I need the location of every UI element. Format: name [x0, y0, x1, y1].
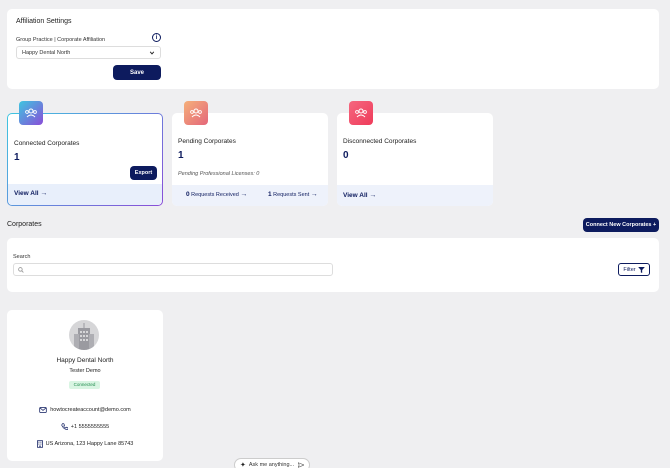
requests-received-count: 0: [186, 191, 190, 198]
info-icon[interactable]: i: [152, 33, 161, 42]
sparkle-icon: ✦: [240, 462, 246, 468]
ask-me-anything-chat[interactable]: ✦ Ask me anything...: [234, 458, 310, 468]
disconnected-count: 0: [343, 150, 349, 161]
pending-licenses-label: Pending Professional Licenses:: [178, 171, 255, 177]
disconnected-view-all-link[interactable]: View All →: [343, 192, 376, 199]
connected-corporates-tile: Connected Corporates 1 Export View All →: [7, 113, 163, 206]
affiliation-settings-card: Affiliation Settings Group Practice | Co…: [7, 9, 659, 89]
connected-count: 1: [14, 152, 20, 163]
users-group-icon: [349, 101, 373, 125]
pending-count: 1: [178, 150, 184, 161]
arrow-right-icon: →: [40, 190, 48, 197]
export-button[interactable]: Export: [130, 166, 157, 180]
requests-received-label: Requests Received: [191, 192, 239, 198]
corporate-card[interactable]: Happy Dental North Tester Demo Connected…: [7, 310, 163, 461]
corporate-name: Happy Dental North: [56, 357, 114, 364]
affiliation-select[interactable]: Happy Dental North: [16, 46, 161, 59]
phone-icon: [61, 423, 68, 430]
affiliation-select-value: Happy Dental North: [22, 50, 71, 56]
corporate-email-row: howtocreateaccount@demo.com: [7, 407, 163, 413]
disconnected-view-all-label: View All: [343, 192, 368, 199]
users-group-icon: [19, 101, 43, 125]
arrow-right-icon: →: [369, 192, 377, 199]
send-icon: [298, 462, 304, 468]
arrow-right-icon: →: [310, 191, 318, 198]
disconnected-title: Disconnected Corporates: [343, 138, 417, 145]
save-button[interactable]: Save: [113, 65, 161, 80]
corporate-address-row: US Arizona, 123 Happy Lane 85743: [7, 440, 163, 448]
search-label: Search: [13, 254, 31, 260]
connect-new-corporates-button[interactable]: Connect New Corporates +: [583, 218, 659, 232]
pending-licenses-value: 0: [256, 171, 260, 177]
mail-icon: [39, 407, 47, 413]
arrow-right-icon: →: [240, 191, 248, 198]
filter-button[interactable]: Filter: [618, 263, 650, 276]
connected-view-all-link[interactable]: View All →: [14, 190, 47, 197]
corporate-email: howtocreateaccount@demo.com: [50, 407, 131, 413]
corporate-phone-row: +1 5555555555: [7, 423, 163, 430]
requests-sent-link[interactable]: 1 Requests Sent →: [268, 191, 318, 198]
filter-icon: [637, 266, 645, 273]
chat-placeholder: Ask me anything...: [248, 462, 295, 468]
corporate-phone: +1 5555555555: [70, 423, 110, 430]
pending-corporates-tile: Pending Corporates 1 Pending Professiona…: [172, 113, 328, 206]
search-icon: [18, 267, 24, 273]
users-group-icon: [184, 101, 208, 125]
affiliation-field-label: Group Practice | Corporate Affiliation: [16, 37, 106, 43]
corporate-contact: Tester Demo: [69, 368, 101, 374]
corporates-section-title: Corporates: [7, 221, 42, 228]
search-input[interactable]: [13, 263, 333, 276]
chevron-down-icon: [149, 51, 155, 55]
search-card: Search Filter: [7, 238, 659, 292]
building-icon: [74, 323, 94, 350]
connected-view-all-label: View All: [14, 190, 39, 197]
filter-label: Filter: [623, 266, 636, 273]
pending-licenses-text: Pending Professional Licenses: 0: [178, 171, 259, 177]
disconnected-corporates-tile: Disconnected Corporates 0 View All →: [337, 113, 493, 206]
status-badge: Connected: [69, 381, 100, 389]
requests-sent-label: Requests Sent: [273, 192, 310, 198]
requests-sent-count: 1: [268, 191, 272, 198]
pending-title: Pending Corporates: [178, 138, 236, 145]
requests-received-link[interactable]: 0 Requests Received →: [186, 191, 247, 198]
corporate-address: US Arizona, 123 Happy Lane 85743: [45, 441, 134, 447]
building-small-icon: [36, 440, 43, 448]
building-avatar: [69, 320, 99, 350]
affiliation-title: Affiliation Settings: [16, 18, 72, 25]
connected-title: Connected Corporates: [14, 140, 80, 147]
